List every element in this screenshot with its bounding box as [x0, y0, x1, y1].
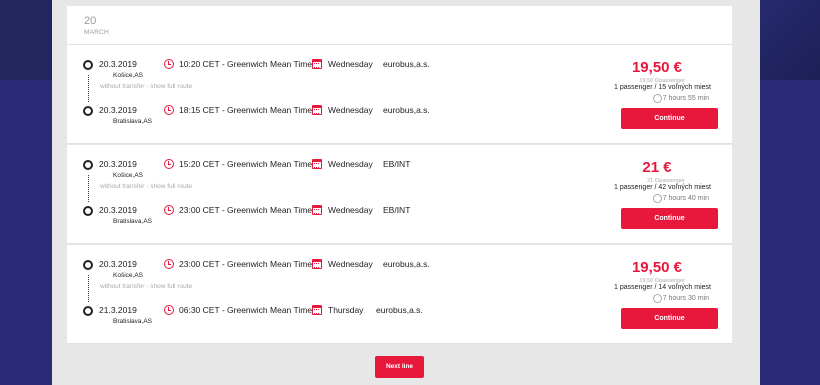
arrival-time: 18:15 CET - Greenwich Mean Time	[179, 105, 313, 115]
route-line	[88, 75, 89, 102]
arrival-row: 20.3.2019 Bratislava,AS 23:00 CET - Gree…	[83, 204, 483, 226]
show-full-route-link[interactable]: without transfer - show full route	[100, 83, 192, 90]
results-panel: 20 MARCH 20.3.2019 Košice,AS 10:20 CET -…	[52, 0, 760, 385]
stop-circle-icon	[83, 106, 93, 116]
trip-card: 20.3.2019 Košice,AS 23:00 CET - Greenwic…	[67, 245, 732, 344]
clock-icon	[164, 105, 174, 115]
departure-row: 20.3.2019 Košice,AS 10:20 CET - Greenwic…	[83, 58, 483, 80]
departure-date: 20.3.2019	[99, 259, 137, 269]
departure-city: Košice,AS	[113, 72, 143, 79]
departure-time: 10:20 CET - Greenwich Mean Time	[179, 59, 313, 69]
show-full-route-link[interactable]: without transfer - show full route	[100, 283, 192, 290]
arrival-row: 20.3.2019 Bratislava,AS 18:15 CET - Gree…	[83, 104, 483, 126]
price: 19,50 €	[631, 259, 683, 276]
trip-duration: 7 hours 30 min	[662, 295, 709, 302]
departure-city: Košice,AS	[113, 172, 143, 179]
departure-row: 20.3.2019 Košice,AS 23:00 CET - Greenwic…	[83, 258, 483, 280]
seats-info: 1 passenger / 42 voľných miest	[614, 184, 711, 191]
departure-carrier: eurobus,a.s.	[383, 259, 430, 269]
arrival-time: 06:30 CET - Greenwich Mean Time	[179, 305, 313, 315]
trip-duration: 7 hours 55 min	[662, 95, 709, 102]
arrival-city: Bratislava,AS	[113, 218, 153, 225]
clock-icon	[164, 305, 174, 315]
show-full-route-link[interactable]: without transfer - show full route	[100, 183, 192, 190]
departure-row: 20.3.2019 Košice,AS 15:20 CET - Greenwic…	[83, 158, 483, 180]
price: 21 €	[642, 159, 672, 176]
departure-carrier: eurobus,a.s.	[383, 59, 430, 69]
departure-time: 23:00 CET - Greenwich Mean Time	[179, 259, 313, 269]
clock-icon	[164, 59, 174, 69]
departure-weekday: Wednesday	[328, 259, 373, 269]
departure-city: Košice,AS	[113, 272, 143, 279]
arrival-weekday: Wednesday	[328, 105, 373, 115]
duration-clock-icon	[653, 294, 662, 303]
arrival-carrier: eurobus,a.s.	[376, 305, 423, 315]
continue-button[interactable]: Continue	[621, 208, 718, 229]
header-left-decoration	[0, 0, 52, 80]
price: 19,50 €	[631, 59, 683, 76]
departure-time: 15:20 CET - Greenwich Mean Time	[179, 159, 313, 169]
calendar-icon	[312, 105, 322, 115]
calendar-icon	[312, 205, 322, 215]
departure-weekday: Wednesday	[328, 159, 373, 169]
arrival-weekday: Thursday	[328, 305, 364, 315]
arrival-date: 21.3.2019	[99, 305, 137, 315]
calendar-icon	[312, 259, 322, 269]
route-line	[88, 175, 89, 202]
stop-circle-icon	[83, 306, 93, 316]
trip-duration: 7 hours 40 min	[662, 195, 709, 202]
date-day: 20	[84, 15, 97, 27]
stop-circle-icon	[83, 206, 93, 216]
arrival-city: Bratislava,AS	[113, 318, 153, 325]
departure-date: 20.3.2019	[99, 59, 137, 69]
duration-clock-icon	[653, 94, 662, 103]
departure-weekday: Wednesday	[328, 59, 373, 69]
arrival-carrier: EB/INT	[383, 205, 411, 215]
date-month: MARCH	[84, 29, 109, 36]
arrival-date: 20.3.2019	[99, 105, 137, 115]
stop-circle-icon	[83, 260, 93, 270]
departure-carrier: EB/INT	[383, 159, 411, 169]
arrival-weekday: Wednesday	[328, 205, 373, 215]
clock-icon	[164, 259, 174, 269]
arrival-row: 21.3.2019 Bratislava,AS 06:30 CET - Gree…	[83, 304, 483, 326]
arrival-date: 20.3.2019	[99, 205, 137, 215]
duration-clock-icon	[653, 194, 662, 203]
arrival-city: Bratislava,AS	[113, 118, 153, 125]
departure-date: 20.3.2019	[99, 159, 137, 169]
continue-button[interactable]: Continue	[621, 308, 718, 329]
calendar-icon	[312, 59, 322, 69]
next-line-button[interactable]: Next line	[375, 356, 424, 378]
route-line	[88, 275, 89, 302]
arrival-time: 23:00 CET - Greenwich Mean Time	[179, 205, 313, 215]
stop-circle-icon	[83, 60, 93, 70]
calendar-icon	[312, 305, 322, 315]
seats-info: 1 passenger / 14 voľných miest	[614, 284, 711, 291]
stop-circle-icon	[83, 160, 93, 170]
date-header: 20 MARCH	[67, 6, 732, 45]
clock-icon	[164, 205, 174, 215]
continue-button[interactable]: Continue	[621, 108, 718, 129]
trip-card: 20.3.2019 Košice,AS 15:20 CET - Greenwic…	[67, 145, 732, 244]
trip-card: 20.3.2019 Košice,AS 10:20 CET - Greenwic…	[67, 45, 732, 144]
seats-info: 1 passenger / 15 voľných miest	[614, 84, 711, 91]
header-right-decoration	[760, 0, 820, 80]
arrival-carrier: eurobus,a.s.	[383, 105, 430, 115]
clock-icon	[164, 159, 174, 169]
calendar-icon	[312, 159, 322, 169]
